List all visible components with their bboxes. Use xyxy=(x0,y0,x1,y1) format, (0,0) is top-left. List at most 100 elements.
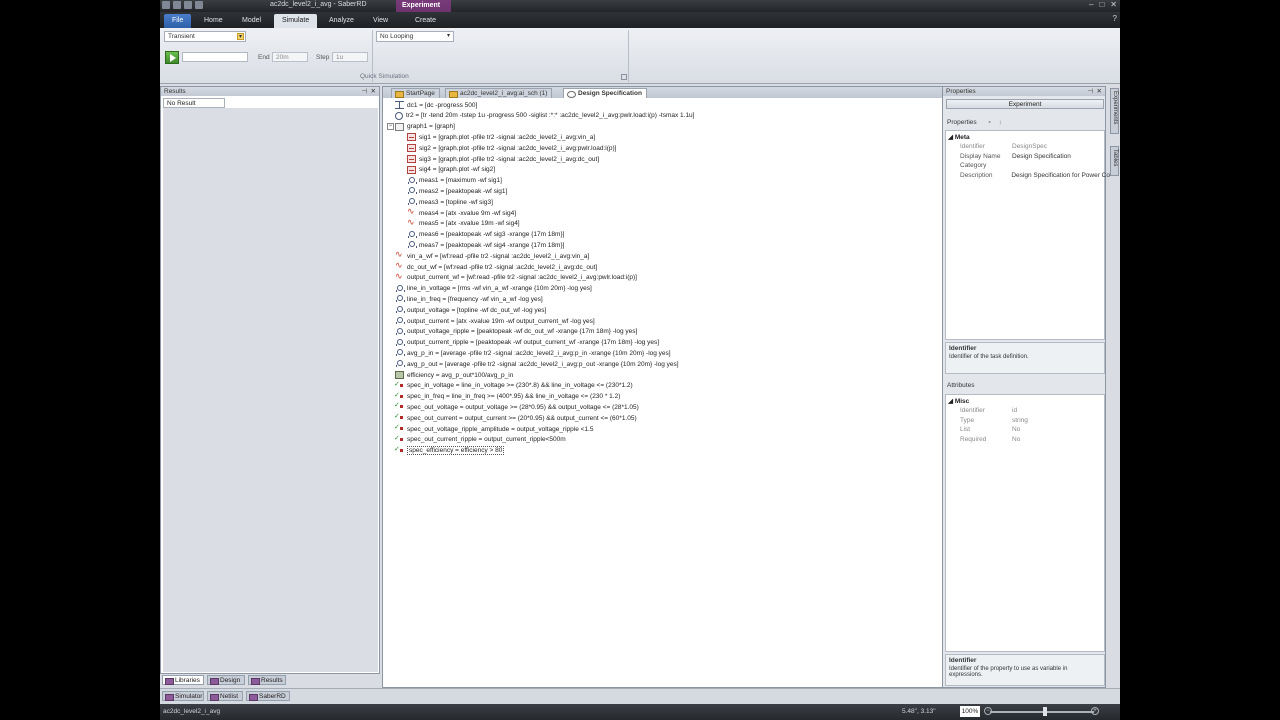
tab-file[interactable]: File xyxy=(164,14,192,28)
sig-icon xyxy=(407,133,416,142)
attribute-row[interactable]: List No xyxy=(960,426,1110,433)
bottom-tab-design[interactable]: Design xyxy=(207,675,245,685)
tr-icon xyxy=(395,111,403,120)
tree-item-label: spec_in_voltage = line_in_voltage >= (23… xyxy=(407,382,633,390)
end-time-input[interactable]: 20m xyxy=(272,52,308,62)
tree-item[interactable]: spec_out_voltage_ripple_amplitude = outp… xyxy=(394,423,593,434)
tree-item[interactable]: sig1 = [graph.plot -pfile tr2 -signal :a… xyxy=(407,132,595,142)
close-icon[interactable]: ✕ xyxy=(1097,87,1102,95)
collapse-toggle-icon[interactable]: − xyxy=(387,122,394,130)
tab-view[interactable]: View xyxy=(365,14,396,28)
tree-item[interactable]: meas5 = [atx -xvalue 19m -wf sig4] xyxy=(407,217,520,229)
tab-analyze[interactable]: Analyze xyxy=(321,14,362,28)
results-tab[interactable]: No Result xyxy=(163,98,225,108)
attribute-row[interactable]: Required No xyxy=(960,436,1110,443)
property-row[interactable]: Identifier DesignSpec xyxy=(960,143,1110,150)
tree-item[interactable]: tr2 = [tr -tend 20m -tstep 1u -progress … xyxy=(395,111,694,121)
attribute-row[interactable]: Type string xyxy=(960,417,1110,424)
meas-icon xyxy=(395,360,405,368)
analysis-type-select[interactable]: Transient ▾ xyxy=(164,31,246,42)
tree-item-label: sig4 = [graph.plot -wf sig2] xyxy=(419,166,496,174)
run-simulation-button[interactable] xyxy=(165,51,179,64)
doc-tab-design-specification[interactable]: Design Specification xyxy=(563,88,647,98)
tree-item[interactable]: line_in_freq = [frequency -wf vin_a_wf -… xyxy=(395,294,543,304)
tree-item[interactable]: output_voltage_ripple = [peaktopeak -wf … xyxy=(395,327,637,337)
close-icon[interactable]: ✕ xyxy=(371,87,376,95)
tree-item[interactable]: dc1 = [dc -progress 500] xyxy=(395,100,477,110)
property-row[interactable]: Description Design Specification for Powe… xyxy=(960,172,1110,179)
tree-item[interactable]: output_current_wf = [wf:read -pfile tr2 … xyxy=(395,271,637,283)
graph-icon xyxy=(395,122,404,131)
meta-category[interactable]: ◢ Meta xyxy=(948,133,970,141)
tree-item[interactable]: avg_p_in = [average -pfile tr2 -signal :… xyxy=(395,348,671,358)
tree-item[interactable]: meas3 = [topline -wf sig3] xyxy=(407,197,493,207)
tree-item[interactable]: dc_out_wf = [wf:read -pfile tr2 -signal … xyxy=(395,260,597,272)
save-icon[interactable] xyxy=(173,1,181,9)
side-tab-experiments[interactable]: Experiments xyxy=(1110,88,1119,134)
tree-item[interactable]: spec_out_voltage = output_voltage >= (28… xyxy=(394,401,639,412)
tab-home[interactable]: Home xyxy=(196,14,231,28)
tab-simulate[interactable]: Simulate xyxy=(274,14,318,28)
tree-item[interactable]: vin_a_wf = [wf:read -pfile tr2 -signal :… xyxy=(395,249,589,261)
tree-item[interactable]: − graph1 = [graph] xyxy=(387,122,455,132)
tree-item[interactable]: spec_efficiency = efficiency > 80 xyxy=(394,445,505,456)
mode-tab-simulator[interactable]: Simulator xyxy=(162,691,204,701)
zoom-in-icon[interactable]: + xyxy=(1091,707,1099,715)
redo-icon[interactable] xyxy=(195,1,203,9)
tab-model[interactable]: Model xyxy=(234,14,269,28)
categorized-icon[interactable]: ▪ xyxy=(988,119,990,126)
tree-item[interactable]: spec_in_voltage = line_in_voltage >= (23… xyxy=(394,380,633,391)
property-row[interactable]: Category xyxy=(960,162,1110,169)
tree-item[interactable]: spec_out_current = output_current >= (20… xyxy=(394,412,637,423)
zoom-level[interactable]: 100% xyxy=(960,706,980,717)
tab-create[interactable]: Create xyxy=(407,14,444,28)
close-icon[interactable]: ✕ xyxy=(1110,0,1117,9)
minimize-icon[interactable]: – xyxy=(1089,0,1093,9)
tree-item[interactable]: efficiency = avg_p_out*100/avg_p_in xyxy=(395,370,513,380)
pin-icon[interactable]: ⊣ xyxy=(1087,87,1093,95)
property-row[interactable]: Display Name Design Specification xyxy=(960,153,1110,160)
bottom-tab-libraries[interactable]: Libraries xyxy=(162,675,204,685)
tree-item[interactable]: meas4 = [atx -xvalue 9m -wf sig4] xyxy=(407,206,516,218)
tree-item[interactable]: output_current = [atx -xvalue 19m -wf ou… xyxy=(395,316,595,326)
tree-item[interactable]: sig3 = [graph.plot -pfile tr2 -signal :a… xyxy=(407,154,599,164)
tree-item[interactable]: meas6 = [peaktopeak -wf sig3 -xrange {17… xyxy=(407,230,564,240)
mode-tab-netlist[interactable]: Netlist xyxy=(207,691,243,701)
help-icon[interactable]: ? xyxy=(1113,14,1117,23)
doc-tab-startpage[interactable]: StartPage xyxy=(391,88,440,98)
tree-item[interactable]: spec_in_freq = line_in_freq >= (400*.95)… xyxy=(394,391,620,402)
property-description-title: Identifier xyxy=(949,345,977,352)
tree-item[interactable]: sig4 = [graph.plot -wf sig2] xyxy=(407,165,495,175)
tree-item[interactable]: output_voltage = [topline -wf dc_out_wf … xyxy=(395,305,546,315)
step-input[interactable]: 1u xyxy=(332,52,368,62)
maximize-icon[interactable]: □ xyxy=(1099,0,1104,9)
chevron-down-icon[interactable]: ▾ xyxy=(445,33,452,40)
tree-item[interactable]: avg_p_out = [average -pfile tr2 -signal … xyxy=(395,359,679,369)
looping-select[interactable]: No Looping ▾ xyxy=(376,31,454,42)
object-selector[interactable]: Experiment xyxy=(946,99,1104,109)
tree-item[interactable]: spec_out_current_ripple = output_current… xyxy=(394,434,566,445)
tree-item[interactable]: meas7 = [peaktopeak -wf sig4 -xrange {17… xyxy=(407,240,564,250)
pin-icon[interactable]: ⊣ xyxy=(361,87,367,95)
chevron-down-icon[interactable]: ▾ xyxy=(237,33,244,40)
tree-item[interactable]: meas1 = [maximum -wf sig1] xyxy=(407,176,502,186)
zoom-slider[interactable] xyxy=(990,711,1094,713)
ribbon-group-label: Quick Simulation xyxy=(360,73,409,80)
tree-item-label: line_in_voltage = [rms -wf vin_a_wf -xra… xyxy=(407,285,592,293)
zoom-slider-thumb[interactable] xyxy=(1043,707,1047,716)
tree-item[interactable]: sig2 = [graph.plot -pfile tr2 -signal :a… xyxy=(407,143,616,153)
dialog-launcher-icon[interactable] xyxy=(621,74,627,80)
doc-tab-schematic[interactable]: ac2dc_level2_i_avg:ai_sch (1) xyxy=(445,88,553,98)
undo-icon[interactable] xyxy=(184,1,192,9)
bottom-tab-results[interactable]: Results xyxy=(248,675,286,685)
side-tab-tables[interactable]: Tables xyxy=(1110,146,1119,176)
mode-tab-saberrd[interactable]: SaberRD xyxy=(246,691,290,701)
tree-item[interactable]: meas2 = [peaktopeak -wf sig1] xyxy=(407,186,507,196)
attribute-row[interactable]: Identifier id xyxy=(960,407,1110,414)
tree-item[interactable]: output_current_ripple = [peaktopeak -wf … xyxy=(395,338,659,348)
tree-item[interactable]: line_in_voltage = [rms -wf vin_a_wf -xra… xyxy=(395,284,592,294)
app-icon[interactable] xyxy=(162,1,170,9)
tree-item-label: spec_out_current_ripple = output_current… xyxy=(407,436,566,444)
sort-icon[interactable]: ↕ xyxy=(999,119,1002,126)
misc-category[interactable]: ◢ Misc xyxy=(948,397,969,405)
